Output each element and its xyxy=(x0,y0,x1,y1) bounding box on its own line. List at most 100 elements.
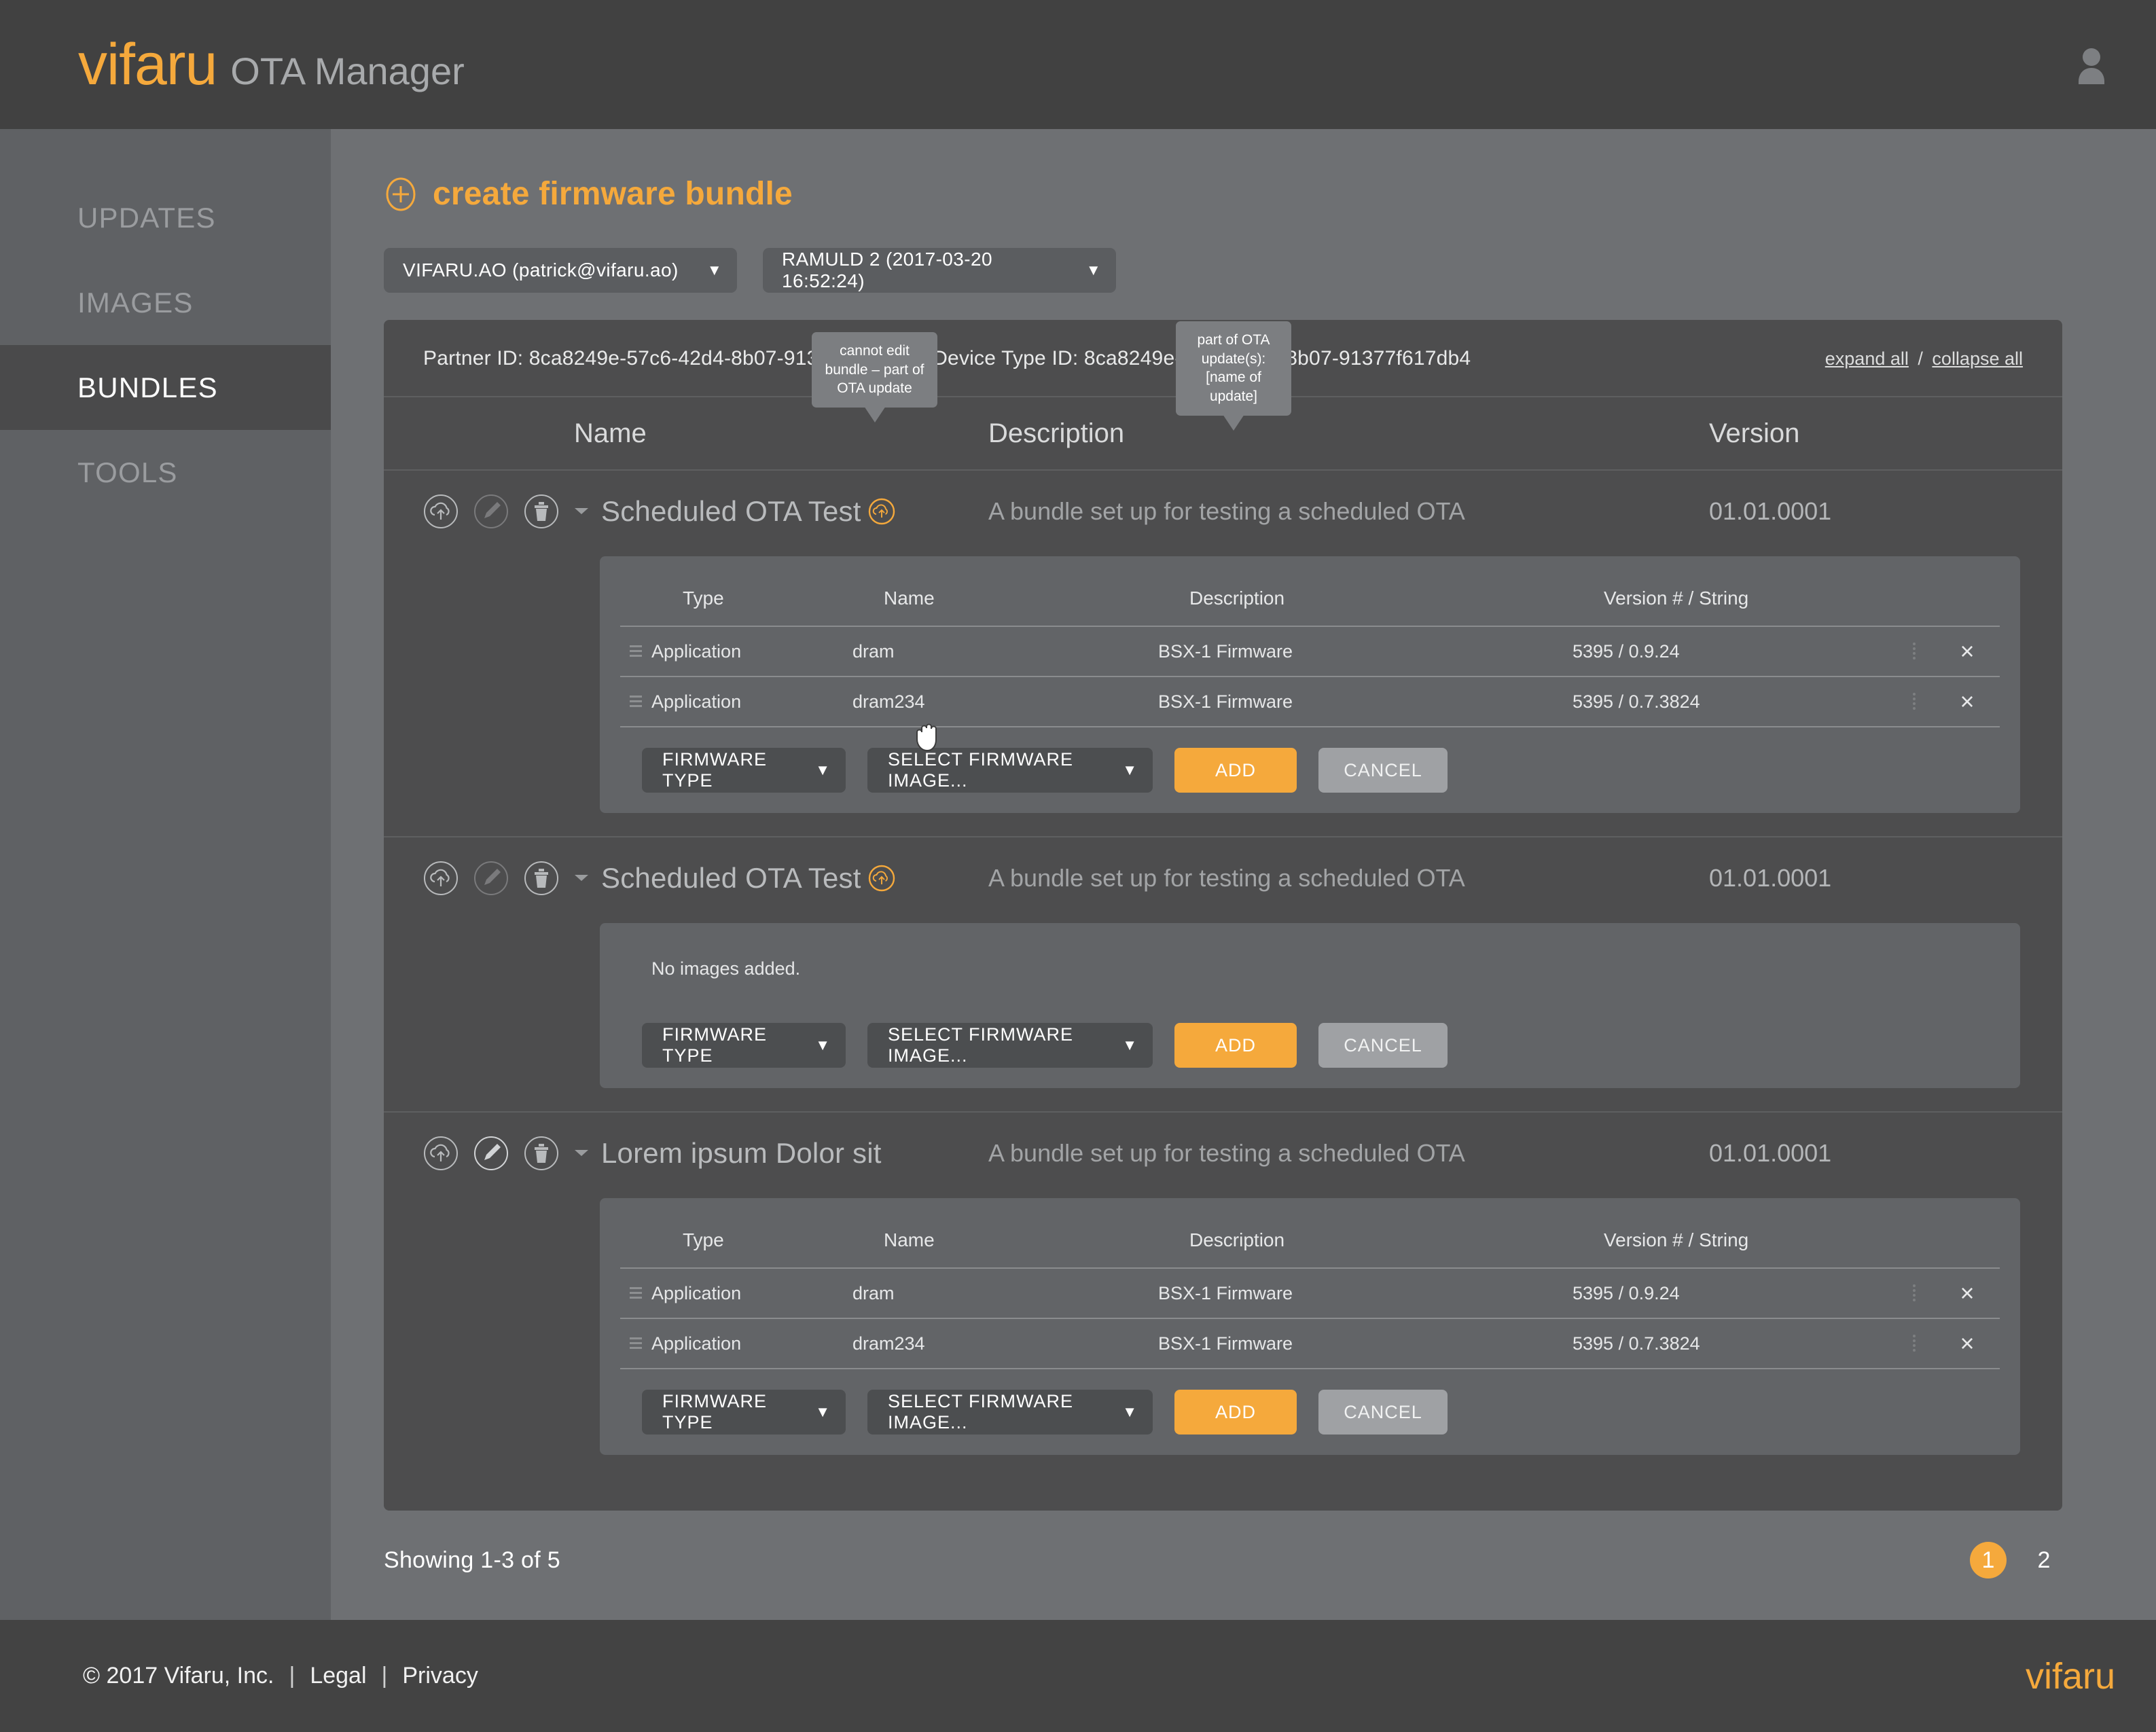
image-column-version: Version # / String xyxy=(1604,1229,1749,1250)
image-row[interactable]: Application dram234 BSX-1 Firmware 5395 … xyxy=(620,677,2000,727)
brand-logo[interactable]: vifaru OTA Manager xyxy=(78,35,465,94)
trash-delete-icon[interactable] xyxy=(524,494,559,529)
create-firmware-bundle-button[interactable]: create firmware bundle xyxy=(384,129,2062,219)
image-name: dram xyxy=(852,641,895,662)
collapse-all-link[interactable]: collapse all xyxy=(1932,348,2023,369)
ota-update-badge-icon[interactable] xyxy=(868,498,895,525)
image-add-controls: FIRMWARE TYPE ▼ SELECT FIRMWARE IMAGE...… xyxy=(620,748,2000,793)
firmware-type-select[interactable]: FIRMWARE TYPE ▼ xyxy=(642,748,846,793)
bundle-row-group: Scheduled OTA Test A bundle set up for t… xyxy=(384,471,2062,837)
sidebar-item-tools[interactable]: TOOLS xyxy=(0,430,331,515)
sidebar-item-updates[interactable]: UPDATES xyxy=(0,175,331,260)
select-firmware-image-select[interactable]: SELECT FIRMWARE IMAGE... ▼ xyxy=(867,1023,1153,1068)
footer-logo: vifaru xyxy=(2025,1655,2115,1697)
body-wrapper: UPDATES IMAGES BUNDLES TOOLS create firm… xyxy=(0,129,2156,1620)
bundle-row[interactable]: Scheduled OTA Test A bundle set up for t… xyxy=(384,837,2062,919)
drag-handle-icon[interactable] xyxy=(620,643,651,660)
drag-handle-icon[interactable] xyxy=(620,693,651,710)
bundle-row-group: Lorem ipsum Dolor sit A bundle set up fo… xyxy=(384,1113,2062,1455)
edit-pencil-icon[interactable] xyxy=(473,861,509,896)
image-column-type: Type xyxy=(683,588,724,609)
image-row[interactable]: Application dram BSX-1 Firmware 5395 / 0… xyxy=(620,1269,2000,1319)
image-name: dram xyxy=(852,1282,895,1303)
drag-handle-icon[interactable] xyxy=(620,1284,651,1302)
add-image-button[interactable]: ADD xyxy=(1174,1390,1297,1435)
image-name: dram234 xyxy=(852,1333,925,1354)
column-header-name: Name xyxy=(574,418,647,448)
showing-count: Showing 1-3 of 5 xyxy=(384,1547,560,1573)
cloud-upload-icon[interactable] xyxy=(423,1136,459,1171)
cancel-image-button[interactable]: CANCEL xyxy=(1318,1023,1448,1068)
drag-handle-icon[interactable] xyxy=(620,1335,651,1352)
cloud-upload-icon[interactable] xyxy=(423,494,459,529)
bundle-description: A bundle set up for testing a scheduled … xyxy=(988,864,1465,892)
edit-pencil-icon[interactable] xyxy=(473,494,509,529)
footer-links: © 2017 Vifaru, Inc. | Legal | Privacy xyxy=(83,1663,478,1689)
tooltip-edit-disabled: cannot edit bundle – part of OTA update xyxy=(812,332,937,408)
chevron-down-icon[interactable] xyxy=(574,873,589,883)
brand-mark: vifaru xyxy=(78,32,217,97)
footer-separator: | xyxy=(289,1663,295,1689)
image-column-description: Description xyxy=(1189,588,1285,609)
chevron-down-icon: ▼ xyxy=(1122,1403,1138,1420)
remove-image-button[interactable]: × xyxy=(1935,1281,2000,1305)
remove-image-button[interactable]: × xyxy=(1935,689,2000,714)
select-firmware-image-select[interactable]: SELECT FIRMWARE IMAGE... ▼ xyxy=(867,748,1153,793)
row-dots-icon xyxy=(1894,1283,1935,1303)
cancel-image-button[interactable]: CANCEL xyxy=(1318,1390,1448,1435)
expand-all-link[interactable]: expand all xyxy=(1825,348,1909,369)
image-type: Application xyxy=(651,691,742,712)
no-images-message: No images added. xyxy=(651,958,801,979)
trash-delete-icon[interactable] xyxy=(524,861,559,896)
select-firmware-image-select[interactable]: SELECT FIRMWARE IMAGE... ▼ xyxy=(867,1390,1153,1435)
app-footer: © 2017 Vifaru, Inc. | Legal | Privacy vi… xyxy=(0,1620,2156,1732)
column-header-version: Version xyxy=(1709,418,1800,448)
add-button-label: ADD xyxy=(1215,1401,1256,1422)
bundle-name-cell[interactable]: Scheduled OTA Test xyxy=(574,862,988,895)
firmware-type-label: FIRMWARE TYPE xyxy=(662,749,767,791)
chevron-down-icon[interactable] xyxy=(574,1149,589,1158)
add-image-button[interactable]: ADD xyxy=(1174,748,1297,793)
remove-image-button[interactable]: × xyxy=(1935,639,2000,664)
add-button-label: ADD xyxy=(1215,759,1256,780)
image-add-controls: FIRMWARE TYPE ▼ SELECT FIRMWARE IMAGE...… xyxy=(620,1023,2000,1068)
page-link-1[interactable]: 1 xyxy=(1970,1542,2007,1578)
image-version: 5395 / 0.9.24 xyxy=(1573,641,1680,662)
image-row[interactable]: Application dram BSX-1 Firmware 5395 / 0… xyxy=(620,627,2000,677)
firmware-type-select[interactable]: FIRMWARE TYPE ▼ xyxy=(642,1023,846,1068)
select-firmware-image-label: SELECT FIRMWARE IMAGE... xyxy=(888,1024,1074,1066)
add-image-button[interactable]: ADD xyxy=(1174,1023,1297,1068)
sidebar-item-images[interactable]: IMAGES xyxy=(0,260,331,345)
image-add-controls: FIRMWARE TYPE ▼ SELECT FIRMWARE IMAGE...… xyxy=(620,1390,2000,1435)
partner-select[interactable]: VIFARU.AO (patrick@vifaru.ao) ▼ xyxy=(384,248,737,293)
chevron-down-icon: ▼ xyxy=(1122,761,1138,778)
partner-select-value: VIFARU.AO (patrick@vifaru.ao) xyxy=(403,259,679,281)
page-link-2[interactable]: 2 xyxy=(2026,1542,2062,1578)
remove-image-button[interactable]: × xyxy=(1935,1331,2000,1356)
chevron-down-icon: ▼ xyxy=(1122,1036,1138,1053)
cancel-image-button[interactable]: CANCEL xyxy=(1318,748,1448,793)
bundle-name-cell[interactable]: Lorem ipsum Dolor sit xyxy=(574,1137,988,1170)
firmware-type-select[interactable]: FIRMWARE TYPE ▼ xyxy=(642,1390,846,1435)
edit-pencil-icon[interactable] xyxy=(473,1136,509,1171)
device-type-select[interactable]: RAMULD 2 (2017-03-20 16:52:24) ▼ xyxy=(763,248,1116,293)
cloud-upload-icon[interactable] xyxy=(423,861,459,896)
chevron-down-icon[interactable] xyxy=(574,507,589,516)
chevron-down-icon: ▼ xyxy=(1085,261,1101,278)
bundle-name-cell[interactable]: Scheduled OTA Test xyxy=(574,495,988,528)
copyright-text: © 2017 Vifaru, Inc. xyxy=(83,1663,274,1689)
user-avatar-button[interactable] xyxy=(2068,41,2115,88)
bundle-row[interactable]: Lorem ipsum Dolor sit A bundle set up fo… xyxy=(384,1113,2062,1194)
ota-update-badge-icon[interactable] xyxy=(868,865,895,892)
sidebar-item-bundles[interactable]: BUNDLES xyxy=(0,345,331,430)
privacy-link[interactable]: Privacy xyxy=(402,1663,478,1689)
bundle-row[interactable]: Scheduled OTA Test A bundle set up for t… xyxy=(384,471,2062,552)
select-firmware-image-label: SELECT FIRMWARE IMAGE... xyxy=(888,749,1074,791)
image-row[interactable]: Application dram234 BSX-1 Firmware 5395 … xyxy=(620,1319,2000,1369)
plus-circle-icon xyxy=(386,177,416,211)
user-avatar-icon xyxy=(2079,48,2104,84)
row-dots-icon xyxy=(1894,1333,1935,1354)
trash-delete-icon[interactable] xyxy=(524,1136,559,1171)
legal-link[interactable]: Legal xyxy=(310,1663,366,1689)
image-type: Application xyxy=(651,1333,742,1354)
